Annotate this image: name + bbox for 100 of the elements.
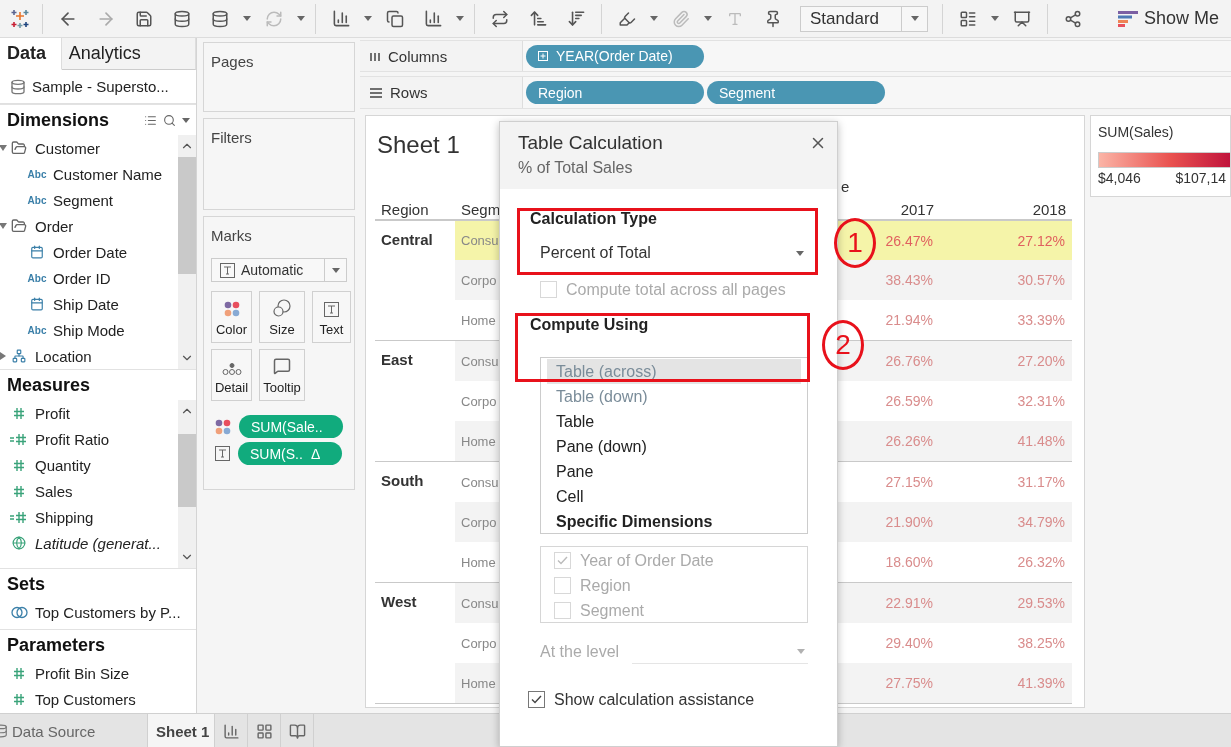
list-icon: [959, 9, 977, 28]
shelf-label: Rows: [390, 84, 428, 101]
show-me-button[interactable]: Show Me: [1117, 3, 1231, 34]
expand-caret-icon[interactable]: [0, 352, 6, 360]
field-name[interactable]: Location: [35, 347, 92, 365]
section-title: Measures: [7, 374, 91, 396]
search-icon[interactable]: [163, 113, 176, 127]
data-source-name[interactable]: Sample - Supersto...: [32, 78, 169, 95]
type-label: Abc: [27, 194, 47, 206]
copy-icon: [386, 9, 404, 28]
scrollbar-thumb[interactable]: [178, 157, 196, 274]
annotation-number: 1: [834, 218, 876, 268]
columns-icon: [370, 51, 380, 61]
size-button[interactable]: Size: [259, 291, 305, 343]
field-name[interactable]: Latitude (generat...: [35, 534, 161, 552]
field-name[interactable]: Top Customers: [35, 690, 136, 708]
text-icon: [727, 10, 743, 27]
hash-icon: [12, 484, 26, 498]
row-header: West: [380, 592, 418, 612]
checkmark-icon: [531, 695, 542, 704]
checkmark-icon: [557, 556, 568, 565]
checkbox[interactable]: [528, 691, 545, 708]
table-cell: Corpo: [455, 502, 500, 542]
field-name[interactable]: Ship Date: [53, 295, 119, 313]
table-cell: Consu: [455, 221, 500, 260]
fit-dropdown[interactable]: Standard: [800, 5, 928, 32]
list-view-icon[interactable]: [144, 113, 157, 127]
card-title: Pages: [211, 53, 255, 70]
scrollbar[interactable]: [178, 135, 196, 369]
list-option[interactable]: Table (down): [547, 384, 801, 409]
expand-caret-icon[interactable]: [0, 145, 7, 151]
text-button[interactable]: Text: [312, 291, 351, 343]
sort-ascending-icon: [528, 9, 548, 28]
section-title: Dimensions: [7, 109, 110, 131]
list-option[interactable]: Table: [547, 409, 801, 434]
caret-icon: [991, 16, 999, 21]
checkbox-label: Year of Order Date: [580, 551, 714, 570]
row-header: East: [380, 350, 414, 370]
field-name[interactable]: Customer: [35, 139, 101, 157]
field-name[interactable]: Order Date: [53, 243, 128, 261]
legend-label: $107,14: [1175, 170, 1226, 186]
caret-icon: [243, 16, 251, 21]
section-label: Compute Using: [530, 316, 650, 334]
expand-box-icon: [538, 51, 548, 61]
field-name[interactable]: Ship Mode: [53, 321, 125, 339]
paperclip-icon: [672, 9, 690, 28]
detail-button[interactable]: Detail: [211, 349, 252, 401]
tooltip-button[interactable]: Tooltip: [259, 349, 305, 401]
chart-icon: [222, 722, 240, 740]
scrollbar-thumb[interactable]: [178, 434, 196, 507]
field-name[interactable]: Shipping: [35, 508, 94, 526]
scrollbar[interactable]: [178, 400, 196, 568]
field-label: At the level: [540, 643, 621, 661]
row-header: Central: [380, 230, 434, 250]
chart-icon: [331, 9, 351, 28]
field-name[interactable]: Profit Bin Size: [35, 664, 130, 682]
field-name[interactable]: Profit Ratio: [35, 430, 110, 448]
field-name[interactable]: Customer Name: [53, 165, 163, 183]
field-name[interactable]: Quantity: [35, 456, 91, 474]
column-header: Segm: [460, 200, 500, 220]
presentation-icon: [1013, 9, 1031, 28]
save-icon: [135, 9, 153, 28]
list-option[interactable]: Cell: [547, 484, 801, 509]
dialog-title: Table Calculation: [518, 132, 663, 154]
field-name[interactable]: Profit: [35, 404, 70, 422]
calculation-type-dropdown[interactable]: Percent of Total: [540, 240, 808, 266]
mark-type-dropdown[interactable]: Automatic: [211, 258, 347, 282]
field-name[interactable]: Top Customers by P...: [35, 603, 181, 621]
sheet-tab[interactable]: Sheet 1: [148, 714, 215, 747]
list-option[interactable]: Pane: [547, 459, 801, 484]
table-cell: Home: [455, 421, 500, 461]
table-cell: 34.79%: [940, 502, 1072, 542]
field-name[interactable]: Sales: [35, 482, 73, 500]
table-cell: 30.57%: [940, 260, 1072, 300]
list-option[interactable]: Specific Dimensions: [547, 509, 801, 534]
color-button[interactable]: Color: [211, 291, 252, 343]
pane-tab[interactable]: Analytics: [61, 38, 196, 70]
caret-icon: [910, 16, 919, 21]
section-label: Calculation Type: [530, 210, 658, 228]
table-cell: 41.48%: [940, 421, 1072, 461]
table-cell: 38.43%: [840, 260, 940, 300]
table-cell: 27.75%: [840, 663, 940, 703]
caret-icon: [182, 117, 190, 123]
field-name[interactable]: Segment: [53, 191, 114, 209]
caret-icon: [297, 16, 305, 21]
hash-icon: [12, 666, 26, 680]
column-header: Region: [380, 200, 430, 220]
expand-caret-icon[interactable]: [0, 223, 7, 229]
database-icon: [10, 78, 26, 95]
folder-icon: [11, 140, 27, 156]
field-name[interactable]: Order ID: [53, 269, 111, 287]
share-icon: [1064, 9, 1082, 28]
globe-icon: [12, 536, 26, 550]
hash-icon: [12, 692, 26, 706]
field-name[interactable]: Order: [35, 217, 74, 235]
table-cell: Consu: [455, 583, 500, 623]
list-option[interactable]: Pane (down): [547, 434, 801, 459]
checkbox-label: Segment: [580, 601, 645, 620]
caret-icon: [364, 16, 372, 21]
shelf-label: Columns: [388, 47, 448, 65]
